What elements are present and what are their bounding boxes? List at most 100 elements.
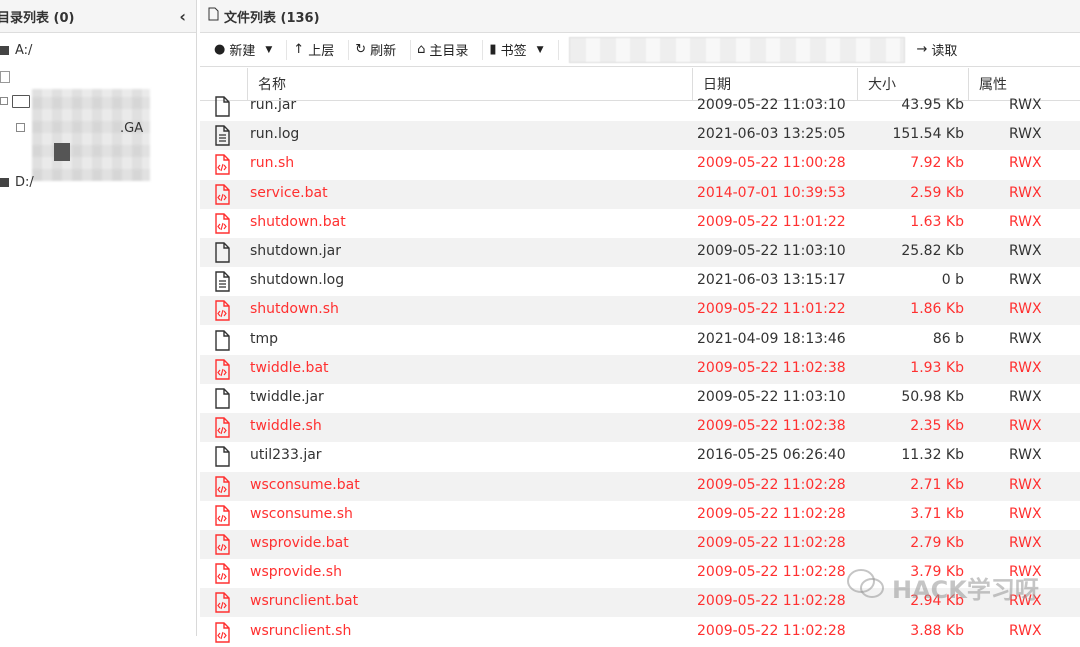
file-name[interactable]: wsconsume.sh [250, 506, 353, 522]
tree-node-d[interactable]: D:/ [0, 175, 34, 190]
table-row[interactable]: tmp 2021-04-09 18:13:46 86 b RWX [200, 326, 1080, 355]
file-attr: RWX [1009, 97, 1042, 113]
file-name[interactable]: wsprovide.bat [250, 535, 349, 551]
code-file-icon [212, 563, 232, 584]
table-row[interactable]: wsconsume.sh 2009-05-22 11:02:28 3.71 Kb RW… [200, 501, 1080, 530]
file-name[interactable]: twiddle.bat [250, 360, 329, 376]
file-name[interactable]: run.log [250, 126, 299, 142]
refresh-button[interactable]: ↻ 刷新 [349, 39, 412, 60]
tree-node-a[interactable]: A:/ [0, 43, 32, 58]
code-file-icon [212, 592, 232, 613]
file-size: 25.82 Kb [901, 243, 964, 259]
file-size: 1.86 Kb [910, 301, 964, 317]
file-size: 43.95 Kb [901, 97, 964, 113]
file-date: 2009-05-22 11:03:10 [697, 97, 846, 113]
table-row[interactable]: shutdown.bat 2009-05-22 11:01:22 1.63 Kb RW… [200, 209, 1080, 238]
code-file-icon [212, 213, 232, 234]
file-name[interactable]: run.sh [250, 155, 294, 171]
table-row[interactable]: wsconsume.bat 2009-05-22 11:02:28 2.71 Kb R… [200, 472, 1080, 501]
file-name[interactable]: wsrunclient.sh [250, 623, 351, 639]
table-row[interactable]: wsprovide.bat 2009-05-22 11:02:28 2.79 Kb R… [200, 530, 1080, 559]
table-row[interactable]: shutdown.sh 2009-05-22 11:01:22 1.86 Kb RWX [200, 296, 1080, 325]
toolbar: ● 新建 ▼ ↑ 上层 ↻ 刷新 ⌂ 主目录 ▮ 书签 ▼ → 读取 [200, 33, 1080, 67]
plus-circle-icon: ● [214, 42, 226, 57]
table-row[interactable]: shutdown.log 2021-06-03 13:15:17 0 b RWX [200, 267, 1080, 296]
expand-icon[interactable] [0, 97, 8, 105]
file-name[interactable]: twiddle.jar [250, 389, 324, 405]
table-row[interactable]: wsrunclient.bat 2009-05-22 11:02:28 2.94 K… [200, 588, 1080, 617]
file-attr: RWX [1009, 623, 1042, 639]
file-name[interactable]: shutdown.sh [250, 301, 339, 317]
table-row[interactable]: run.log 2021-06-03 13:25:05 151.54 Kb RWX [200, 121, 1080, 150]
file-attr: RWX [1009, 243, 1042, 259]
file-name[interactable]: wsprovide.sh [250, 564, 342, 580]
file-name[interactable]: tmp [250, 331, 278, 347]
expand-icon[interactable] [16, 123, 25, 132]
table-row[interactable]: run.sh 2009-05-22 11:00:28 7.92 Kb RWX [200, 150, 1080, 179]
table-row[interactable]: util233.jar 2016-05-25 06:26:40 11.32 Kb RW… [200, 442, 1080, 471]
code-file-icon [212, 184, 232, 205]
file-name[interactable]: wsrunclient.bat [250, 593, 358, 609]
file-date: 2014-07-01 10:39:53 [697, 185, 846, 201]
up-level-button[interactable]: ↑ 上层 [287, 39, 350, 60]
path-input[interactable] [568, 36, 905, 63]
file-name[interactable]: twiddle.sh [250, 418, 322, 434]
file-attr: RWX [1009, 535, 1042, 551]
file-name[interactable]: service.bat [250, 185, 328, 201]
file-icon [212, 242, 232, 263]
read-button[interactable]: → 读取 [905, 40, 972, 60]
code-file-icon [212, 505, 232, 526]
drive-icon [0, 46, 9, 55]
new-button[interactable]: ● 新建 ▼ [208, 39, 288, 60]
file-date: 2009-05-22 11:02:38 [697, 418, 846, 434]
file-attr: RWX [1009, 593, 1042, 609]
table-row[interactable]: service.bat 2014-07-01 10:39:53 2.59 Kb RWX [200, 180, 1080, 209]
file-size: 50.98 Kb [901, 389, 964, 405]
file-date: 2009-05-22 11:02:38 [697, 360, 846, 376]
table-row[interactable]: shutdown.jar 2009-05-22 11:03:10 25.82 Kb R… [200, 238, 1080, 267]
file-date: 2009-05-22 11:02:28 [697, 564, 846, 580]
table-row[interactable]: wsrunclient.sh 2009-05-22 11:02:28 3.88 Kb… [200, 618, 1080, 647]
code-file-icon [212, 417, 232, 438]
file-attr: RWX [1009, 214, 1042, 230]
file-attr: RWX [1009, 360, 1042, 376]
file-size: 2.59 Kb [910, 185, 964, 201]
file-name[interactable]: util233.jar [250, 447, 322, 463]
chevron-left-icon[interactable]: ‹ [179, 7, 186, 26]
file-size: 86 b [932, 331, 964, 347]
file-date: 2009-05-22 11:03:10 [697, 389, 846, 405]
code-file-icon [212, 534, 232, 555]
file-name[interactable]: shutdown.log [250, 272, 344, 288]
table-row[interactable]: wsprovide.sh 2009-05-22 11:02:28 3.79 Kb RW… [200, 559, 1080, 588]
file-size: 2.79 Kb [910, 535, 964, 551]
tree-node-label: A:/ [15, 43, 33, 58]
code-file-icon [212, 154, 232, 175]
file-date: 2009-05-22 11:02:28 [697, 506, 846, 522]
file-attr: RWX [1009, 506, 1042, 522]
file-name[interactable]: shutdown.bat [250, 214, 346, 230]
tree-node-ga[interactable]: .GA [120, 121, 143, 136]
arrow-right-icon: → [916, 42, 928, 57]
file-name[interactable]: run.jar [250, 97, 296, 113]
file-name[interactable]: shutdown.jar [250, 243, 341, 259]
file-attr: RWX [1009, 389, 1042, 405]
file-date: 2009-05-22 11:02:28 [697, 623, 846, 639]
file-size: 2.94 Kb [910, 593, 964, 609]
table-row[interactable]: twiddle.bat 2009-05-22 11:02:38 1.93 Kb RWX [200, 355, 1080, 384]
table-row[interactable]: run.jar 2009-05-22 11:03:10 43.95 Kb RWX [200, 92, 1080, 121]
table-row[interactable]: twiddle.jar 2009-05-22 11:03:10 50.98 Kb RW… [200, 384, 1080, 413]
file-attr: RWX [1009, 301, 1042, 317]
table-row[interactable]: twiddle.sh 2009-05-22 11:02:38 2.35 Kb RWX [200, 413, 1080, 442]
file-name[interactable]: wsconsume.bat [250, 477, 360, 493]
file-date: 2016-05-25 06:26:40 [697, 447, 846, 463]
bookmark-button[interactable]: ▮ 书签 ▼ [483, 39, 559, 60]
code-file-icon [212, 622, 232, 643]
file-date: 2009-05-22 11:02:28 [697, 477, 846, 493]
home-button[interactable]: ⌂ 主目录 [411, 39, 484, 60]
file-attr: RWX [1009, 272, 1042, 288]
caret-down-icon: ▼ [265, 44, 273, 55]
text-file-icon [212, 125, 232, 146]
code-file-icon [212, 359, 232, 380]
code-file-icon [212, 476, 232, 497]
file-icon [212, 446, 232, 467]
